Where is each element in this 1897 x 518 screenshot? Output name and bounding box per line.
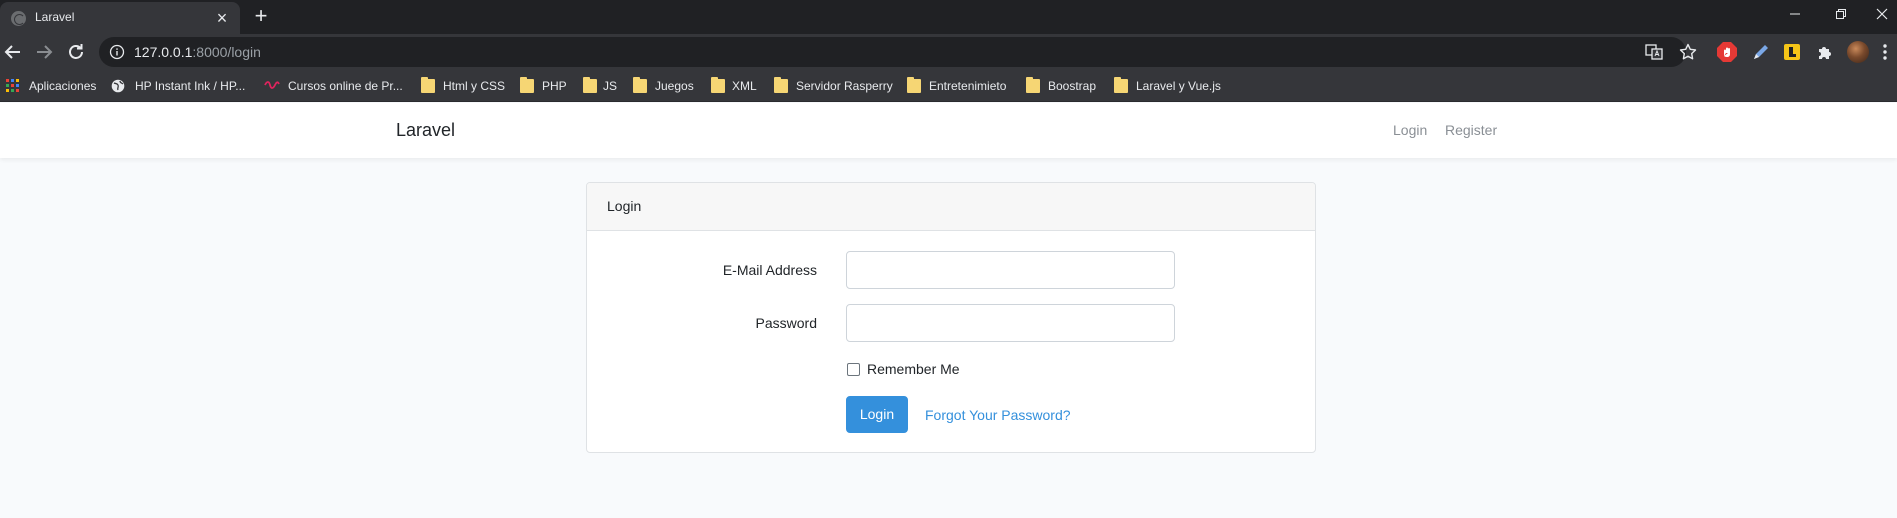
new-tab-icon[interactable]: + [250, 5, 272, 28]
browser-toolbar: 127.0.0.1:8000/login [0, 34, 1897, 70]
folder-icon [1114, 77, 1128, 93]
bookmark-star-icon[interactable] [1678, 42, 1698, 62]
bookmark-label: HP Instant Ink / HP... [135, 79, 246, 93]
bookmark-label: Cursos online de Pr... [288, 79, 403, 93]
wave-icon [264, 79, 280, 93]
folder-icon [633, 77, 647, 93]
close-tab-icon[interactable]: × [213, 9, 231, 27]
close-window-icon[interactable] [1867, 4, 1897, 26]
bookmark-label: Juegos [655, 79, 694, 93]
clipboard-extension-icon[interactable] [1781, 41, 1803, 63]
translate-icon[interactable] [1644, 42, 1664, 62]
nav-login-link[interactable]: Login [1393, 122, 1427, 138]
nav-register-link[interactable]: Register [1445, 122, 1497, 138]
browser-tab[interactable]: Laravel × [0, 2, 240, 34]
remember-me-label[interactable]: Remember Me [867, 361, 960, 377]
navbar-brand[interactable]: Laravel [396, 120, 455, 141]
card-header: Login [587, 183, 1315, 231]
back-arrow-icon[interactable] [1, 40, 25, 64]
folder-icon [774, 77, 788, 93]
password-field[interactable] [846, 304, 1175, 342]
bookmark-label: Laravel y Vue.js [1136, 79, 1221, 93]
folder-icon [583, 77, 597, 93]
address-bar[interactable]: 127.0.0.1:8000/login [99, 37, 1697, 67]
site-navbar: Laravel Login Register [0, 103, 1897, 158]
bookmark-label: Aplicaciones [29, 79, 97, 93]
profile-avatar[interactable] [1847, 41, 1869, 63]
url-host: 127.0.0.1 [134, 44, 193, 60]
page-content: Laravel Login Register Login E-Mail Addr… [0, 103, 1897, 518]
bookmark-label: PHP [542, 79, 567, 93]
pen-extension-icon[interactable] [1750, 41, 1772, 63]
url-text[interactable]: 127.0.0.1:8000/login [134, 44, 261, 60]
email-field[interactable] [846, 251, 1175, 289]
login-button[interactable]: Login [846, 396, 908, 433]
bookmark-label: XML [732, 79, 757, 93]
globe-favicon-icon [11, 11, 26, 26]
url-path: :8000/login [192, 44, 261, 60]
browser-titlebar: Laravel × + [0, 0, 1897, 34]
info-icon[interactable] [109, 44, 125, 60]
extensions-puzzle-icon[interactable] [1814, 41, 1836, 63]
apps-grid-icon [6, 79, 20, 93]
folder-icon [1026, 77, 1040, 93]
menu-dots-icon[interactable] [1878, 41, 1892, 63]
bookmarks-bar: Aplicaciones HP Instant Ink / HP... Curs… [0, 70, 1897, 102]
folder-icon [907, 77, 921, 93]
login-card: Login E-Mail Address Password Remember M… [586, 182, 1316, 453]
folder-icon [711, 77, 725, 93]
restore-icon[interactable] [1826, 4, 1856, 26]
bookmark-label: Servidor Rasperry [796, 79, 893, 93]
tab-title: Laravel [35, 10, 75, 24]
password-label: Password [755, 315, 817, 331]
bookmark-label: Entretenimieto [929, 79, 1007, 93]
bookmark-label: Html y CSS [443, 79, 506, 93]
folder-icon [421, 77, 435, 93]
forgot-password-link[interactable]: Forgot Your Password? [925, 407, 1071, 423]
folder-icon [520, 77, 534, 93]
minimize-icon[interactable] [1780, 4, 1810, 26]
bookmark-label: JS [603, 79, 618, 93]
remember-me-checkbox[interactable] [847, 363, 860, 376]
adblock-extension-icon[interactable] [1716, 41, 1738, 63]
bookmark-label: Boostrap [1048, 79, 1097, 93]
forward-arrow-icon[interactable] [32, 40, 56, 64]
reload-icon[interactable] [64, 40, 88, 64]
globe-icon [111, 79, 125, 93]
card-title: Login [607, 198, 642, 214]
email-label: E-Mail Address [722, 262, 817, 278]
